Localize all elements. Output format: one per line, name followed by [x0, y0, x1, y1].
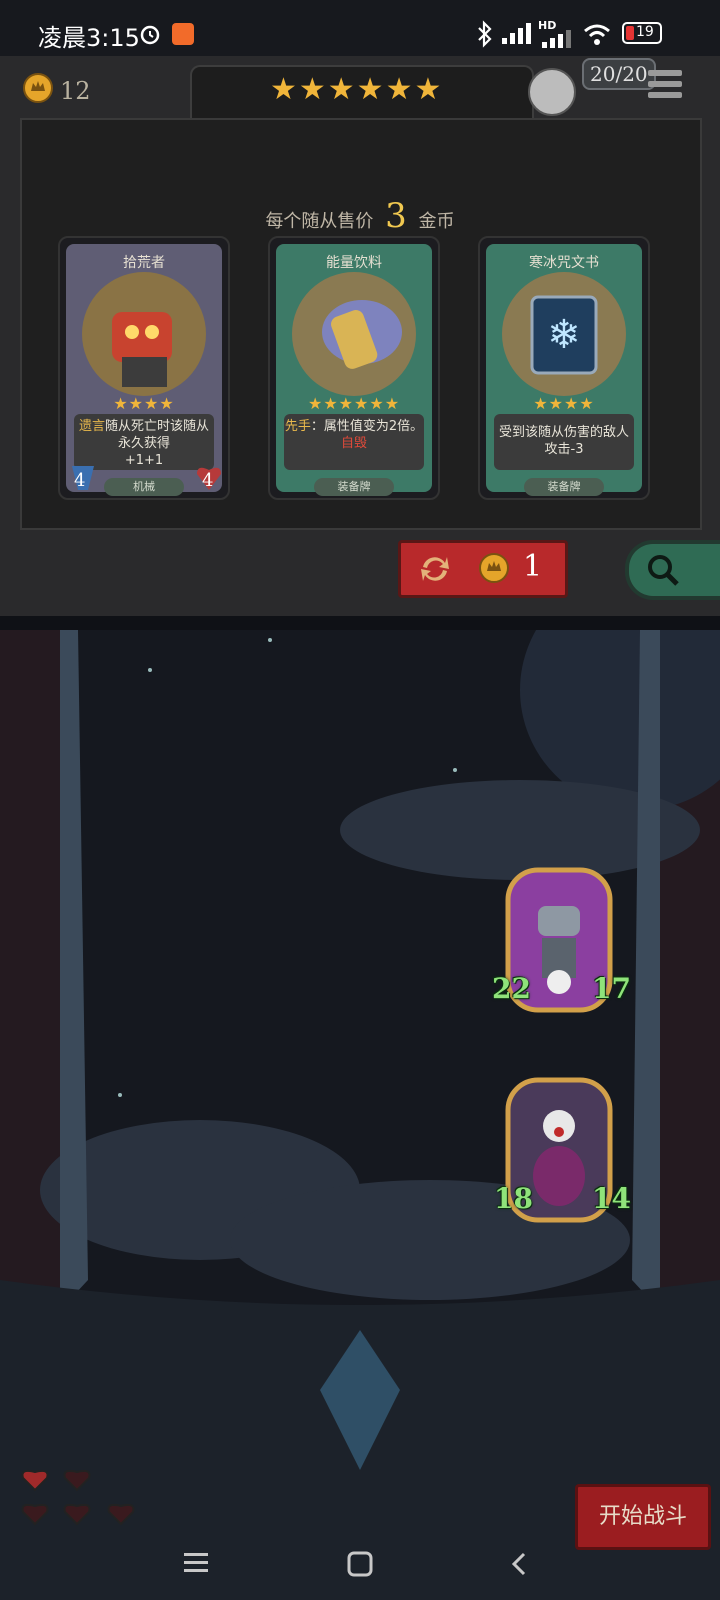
- board-minion[interactable]: 22 17: [492, 866, 631, 1016]
- back-nav-icon[interactable]: [508, 1550, 532, 1578]
- sell-price: 3: [385, 196, 407, 236]
- search-button[interactable]: [625, 540, 720, 600]
- card-desc-text: ：属性值变为2倍。: [310, 419, 424, 434]
- heart-icon: [21, 1503, 49, 1526]
- card-desc-stats: +1+1: [124, 453, 164, 468]
- card-art-frost-book: ❄: [502, 272, 626, 396]
- alarm-icon: [140, 25, 160, 45]
- tavern-tier-stars: ★★★★★★: [270, 72, 444, 107]
- gold-coin-icon: [23, 73, 53, 103]
- system-nav-bar: [0, 1536, 720, 1600]
- shop-card-frost-tome[interactable]: 寒冰咒文书 ❄ ★★★★ 受到该随从伤害的敌人攻击-3 装备牌: [478, 236, 650, 500]
- card-stars: ★★★★: [533, 394, 595, 413]
- minion-health: 14: [592, 1182, 631, 1215]
- battery-level: 19: [636, 24, 654, 40]
- minion-attack: 22: [492, 972, 531, 1005]
- refresh-cost: 1: [523, 549, 543, 584]
- gold-count: 12: [60, 77, 91, 105]
- battery-icon: 19: [622, 22, 662, 44]
- search-icon: [648, 555, 679, 586]
- card-type-tag: 装备牌: [314, 478, 394, 496]
- hero-avatar[interactable]: [528, 68, 576, 116]
- card-type-tag: 装备牌: [524, 478, 604, 496]
- home-nav-icon[interactable]: [346, 1550, 374, 1578]
- heart-icon: [63, 1469, 91, 1492]
- card-name: 拾荒者: [123, 255, 165, 271]
- sell-suffix: 金币: [418, 211, 455, 232]
- menu-nav-icon[interactable]: [182, 1550, 210, 1576]
- clock: 凌晨3:15: [38, 24, 140, 52]
- card-stars: ★★★★★★: [307, 394, 401, 413]
- lives-indicator: [18, 1466, 148, 1536]
- minion-attack: 18: [494, 1182, 533, 1215]
- wifi-icon: [584, 24, 610, 45]
- card-type-tag: 机械: [104, 478, 184, 496]
- screen-record-icon: [172, 23, 194, 45]
- card-description: 受到该随从伤害的敌人攻击-3: [494, 414, 634, 470]
- keyword-deathrattle: 遗言: [78, 419, 105, 434]
- shop-card-energy-drink[interactable]: 能量饮料 ★★★★★★ 先手：属性值变为2倍。自毁 装备牌: [268, 236, 440, 500]
- signal-icon: [502, 23, 531, 44]
- board-minion[interactable]: 18 14: [494, 1076, 631, 1226]
- card-name: 能量饮料: [326, 255, 382, 271]
- signal-icon-2: [542, 30, 571, 48]
- minion-health: 17: [592, 972, 631, 1005]
- sell-price-info: 每个随从售价 3 金币: [0, 196, 720, 236]
- card-stars: ★★★★: [113, 394, 175, 413]
- card-health: 4: [202, 470, 214, 491]
- gold-coin-icon: [479, 553, 509, 583]
- card-attack: 4: [74, 470, 86, 491]
- card-description: 先手：属性值变为2倍。自毁: [284, 414, 424, 470]
- bluetooth-icon: [478, 20, 492, 48]
- keyword-self-destruct: 自毁: [340, 436, 367, 451]
- card-name: 寒冰咒文书: [529, 255, 599, 271]
- hero-health-badge: 20/20: [582, 58, 656, 90]
- card-desc-text: 随从死亡时该随从永久获得: [105, 419, 210, 451]
- heart-icon: [21, 1469, 49, 1492]
- menu-icon[interactable]: [646, 66, 684, 102]
- card-art-potion: [292, 272, 416, 396]
- keyword-first-strike: 先手: [284, 419, 311, 434]
- refresh-icon: [421, 557, 449, 581]
- shop-card-scavenger[interactable]: 拾荒者 ★★★★ 遗言随从死亡时该随从永久获得 +1+1 机械 4 4: [58, 236, 230, 500]
- refresh-shop-button[interactable]: 1: [398, 540, 568, 598]
- heart-icon: [107, 1503, 135, 1526]
- card-art-robot: [82, 272, 206, 396]
- svg-text:❄: ❄: [547, 312, 581, 358]
- heart-icon: [63, 1503, 91, 1526]
- sell-prefix: 每个随从售价: [265, 211, 374, 232]
